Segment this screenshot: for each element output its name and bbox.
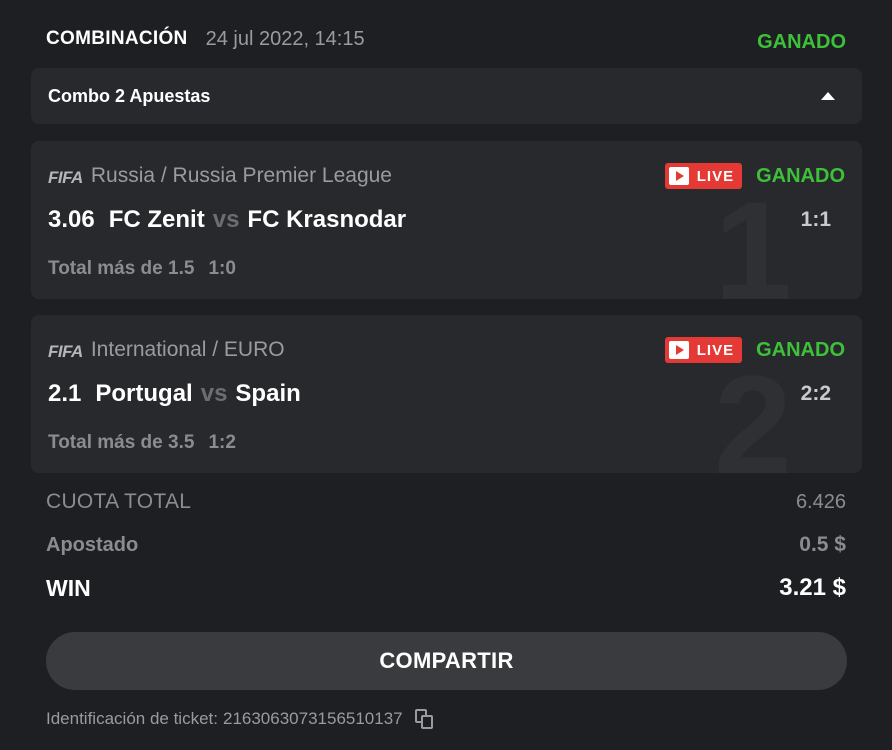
win-value: 3.21 $ <box>779 574 846 601</box>
win-row: WIN 3.21 $ <box>46 572 846 604</box>
caret-up-icon[interactable] <box>821 92 835 100</box>
league-name: International / EURO <box>90 338 285 361</box>
ticket-id-label: Identificación de ticket: <box>46 709 218 728</box>
ticket-id-value: 2163063073156510137 <box>222 709 403 728</box>
home-team: FC Zenit <box>108 206 205 233</box>
live-badge: LIVE <box>664 337 743 363</box>
vs-separator: vs <box>200 380 228 407</box>
total-odds-value: 6.426 <box>795 490 846 513</box>
ticket-id-row: Identificación de ticket: 21630630731565… <box>46 706 435 732</box>
vs-separator: vs <box>212 206 240 233</box>
fifa-logo-icon: FIFA <box>48 168 83 187</box>
bet-type-title: COMBINACIÓN <box>46 28 188 49</box>
copy-icon[interactable] <box>414 709 435 729</box>
live-label: LIVE <box>696 341 735 359</box>
bet-odd: 3.06 <box>48 206 95 233</box>
live-badge: LIVE <box>664 163 743 189</box>
market-score: 1:0 <box>208 258 236 279</box>
away-team: FC Krasnodar <box>247 206 407 233</box>
bet-index-number: 2 <box>714 346 792 474</box>
staked-label: Apostado <box>46 533 139 556</box>
total-odds-row: CUOTA TOTAL 6.426 <box>46 487 846 517</box>
bet-market: Total más de 3.5 <box>48 432 195 453</box>
win-label: WIN <box>46 574 91 601</box>
home-team: Portugal <box>95 380 193 407</box>
match-score: 2:2 <box>800 382 831 405</box>
ticket-status-badge: GANADO <box>757 30 846 53</box>
match-score: 1:1 <box>800 208 831 231</box>
combo-toggle[interactable]: Combo 2 Apuestas <box>31 68 862 124</box>
bet-status-badge: GANADO <box>756 164 845 187</box>
bet-card: 1 FIFA Russia / Russia Premier League LI… <box>31 141 862 299</box>
ticket-header: COMBINACIÓN 24 jul 2022, 14:15 GANADO <box>46 22 846 56</box>
bet-index-number: 1 <box>714 172 792 300</box>
fifa-logo-icon: FIFA <box>48 342 83 361</box>
league-name: Russia / Russia Premier League <box>90 164 392 187</box>
bet-date: 24 jul 2022, 14:15 <box>205 27 365 50</box>
bet-market: Total más de 1.5 <box>48 258 195 279</box>
staked-value: 0.5 $ <box>799 533 846 556</box>
bet-status-badge: GANADO <box>756 338 845 361</box>
staked-row: Apostado 0.5 $ <box>46 530 846 560</box>
market-score: 1:2 <box>208 432 236 453</box>
play-icon <box>668 341 689 359</box>
bet-odd: 2.1 <box>48 380 82 407</box>
play-icon <box>668 167 689 185</box>
away-team: Spain <box>235 380 301 407</box>
bet-card: 2 FIFA International / EURO LIVE GANADO … <box>31 315 862 473</box>
share-button[interactable]: COMPARTIR <box>46 632 847 690</box>
live-label: LIVE <box>696 167 735 185</box>
total-odds-label: CUOTA TOTAL <box>46 490 192 513</box>
combo-label: Combo 2 Apuestas <box>48 85 211 106</box>
